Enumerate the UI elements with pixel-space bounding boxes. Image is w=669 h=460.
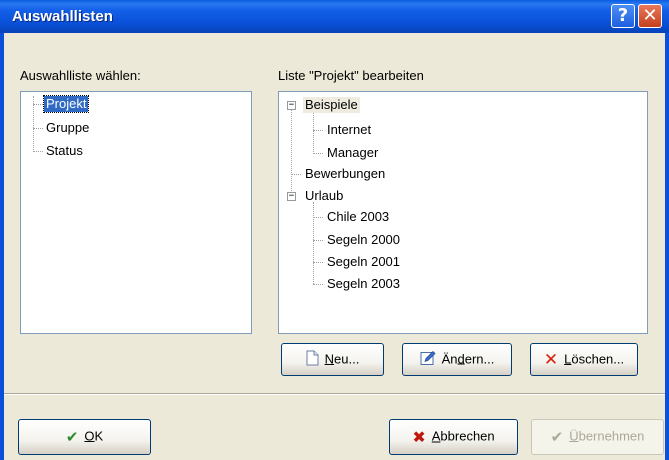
ok-button[interactable]: ✔ OK bbox=[18, 419, 151, 455]
tree-line bbox=[33, 151, 43, 152]
collapse-icon[interactable]: − bbox=[287, 192, 296, 201]
tree-item-chile-2003[interactable]: Chile 2003 bbox=[327, 209, 389, 225]
ok-button-label: K bbox=[94, 428, 104, 444]
tree-item-bewerbungen[interactable]: Bewerbungen bbox=[305, 166, 385, 182]
close-button[interactable]: ✕ bbox=[638, 4, 662, 28]
list-items-tree[interactable]: − Beispiele Internet Manager Bewerbungen… bbox=[278, 91, 648, 334]
help-button[interactable]: ? bbox=[611, 4, 635, 28]
tree-line bbox=[313, 240, 323, 241]
window-frame-right bbox=[665, 33, 669, 460]
list-item-gruppe[interactable]: Gruppe bbox=[46, 120, 89, 136]
list-selector-tree[interactable]: Projekt Gruppe Status bbox=[20, 91, 252, 334]
new-button[interactable]: Neu... bbox=[281, 343, 384, 376]
tree-line bbox=[33, 128, 43, 129]
tree-item-segeln-2003[interactable]: Segeln 2003 bbox=[327, 276, 400, 292]
delete-button[interactable]: ✕ Löschen... bbox=[530, 343, 638, 376]
apply-button-label: bernehmen bbox=[578, 428, 645, 444]
tree-line bbox=[313, 284, 323, 285]
checkmark-icon: ✔ bbox=[550, 428, 564, 446]
edit-icon bbox=[420, 350, 436, 369]
new-document-icon bbox=[306, 350, 319, 370]
delete-button-label: öschen... bbox=[571, 350, 625, 366]
tree-item-beispiele[interactable]: Beispiele bbox=[303, 97, 360, 113]
edit-button-label-pre: Än bbox=[441, 350, 458, 366]
tree-line bbox=[313, 217, 323, 218]
apply-button[interactable]: ✔ Übernehmen bbox=[531, 419, 664, 455]
tree-item-manager[interactable]: Manager bbox=[327, 145, 378, 161]
tree-line bbox=[313, 262, 323, 263]
edit-button[interactable]: Ändern... bbox=[402, 343, 512, 376]
tree-line bbox=[313, 130, 323, 131]
collapse-icon[interactable]: − bbox=[287, 101, 296, 110]
new-button-label: eu... bbox=[334, 350, 360, 366]
list-item-status[interactable]: Status bbox=[46, 143, 83, 159]
checkmark-icon: ✔ bbox=[65, 428, 79, 446]
tree-line bbox=[313, 202, 314, 284]
tree-line bbox=[291, 106, 292, 195]
tree-line bbox=[33, 104, 43, 105]
window-title: Auswahllisten bbox=[12, 8, 113, 25]
edit-button-label: ern... bbox=[464, 350, 495, 366]
tree-item-segeln-2001[interactable]: Segeln 2001 bbox=[327, 254, 400, 270]
close-icon: ✕ bbox=[642, 5, 658, 26]
cancel-button[interactable]: ✖ Abbrechen bbox=[389, 419, 518, 455]
cancel-button-label: bbrechen bbox=[440, 428, 495, 444]
tree-line bbox=[313, 153, 323, 154]
edit-button-accel: d bbox=[457, 350, 465, 366]
tree-line bbox=[313, 112, 314, 154]
window-frame-left bbox=[0, 33, 4, 460]
tree-item-urlaub[interactable]: Urlaub bbox=[305, 188, 343, 204]
cancel-x-icon: ✖ bbox=[412, 427, 426, 447]
apply-button-accel: Ü bbox=[569, 428, 579, 444]
edit-list-label: Liste "Projekt" bearbeiten bbox=[278, 68, 424, 83]
list-item-projekt[interactable]: Projekt bbox=[42, 95, 90, 113]
delete-x-icon: ✕ bbox=[543, 349, 559, 370]
footer-separator bbox=[4, 393, 665, 395]
tree-item-internet[interactable]: Internet bbox=[327, 122, 371, 138]
tree-line bbox=[291, 174, 301, 175]
help-icon: ? bbox=[617, 5, 629, 26]
ok-button-accel: O bbox=[84, 428, 95, 444]
title-bar[interactable]: Auswahllisten ? ✕ bbox=[0, 0, 669, 33]
select-list-label: Auswahlliste wählen: bbox=[20, 68, 141, 83]
tree-item-segeln-2000[interactable]: Segeln 2000 bbox=[327, 232, 400, 248]
new-button-accel: N bbox=[324, 350, 335, 366]
